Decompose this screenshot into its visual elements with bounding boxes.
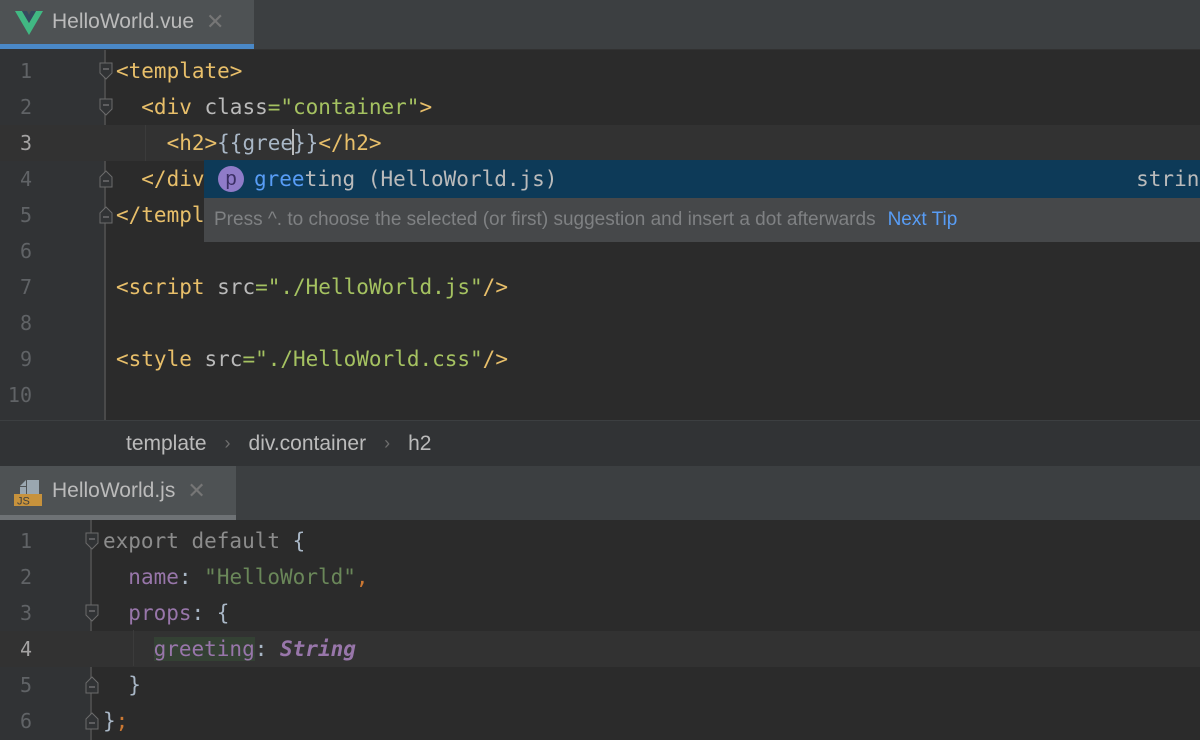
line-number: 3 (19, 131, 32, 155)
completion-tip: Press ^. to choose the selected (or firs… (214, 198, 957, 242)
code-line[interactable]: 2 name: "HelloWorld", (0, 559, 1200, 595)
line-number: 5 (19, 203, 32, 227)
completion-name: greeting (HelloWorld.js) (254, 167, 558, 191)
svg-text:JS: JS (17, 495, 30, 506)
code-text: name: "HelloWorld", (128, 565, 369, 589)
fold-toggle-icon[interactable] (85, 676, 99, 694)
breadcrumb-template[interactable]: template (126, 432, 207, 456)
code-text: </div> (116, 167, 218, 191)
code-line[interactable]: 10 (0, 377, 1200, 413)
property-icon: p (218, 166, 244, 192)
line-number: 4 (19, 637, 32, 661)
chevron-right-icon: › (224, 433, 231, 453)
next-tip-link[interactable]: Next Tip (888, 209, 958, 230)
indent-guide (133, 630, 134, 666)
vue-logo-icon (14, 7, 44, 37)
tip-text: Press ^. to choose the selected (or firs… (214, 209, 876, 230)
tab-title: HelloWorld.vue (52, 10, 195, 33)
fold-toggle-icon[interactable] (99, 98, 113, 116)
code-text: <script src="./HelloWorld.js"/> (116, 275, 508, 299)
chevron-right-icon: › (384, 433, 391, 453)
code-line[interactable]: 1 <template> (0, 53, 1200, 89)
completion-popup: p greeting (HelloWorld.js) string Press … (204, 160, 1200, 242)
line-number: 7 (19, 275, 32, 299)
line-number: 1 (19, 529, 32, 553)
code-line[interactable]: 2 <div class="container"> (0, 89, 1200, 125)
js-editor[interactable]: 1 export default {2 name: "HelloWorld", 3 … (0, 520, 1200, 740)
code-line[interactable]: 7 <script src="./HelloWorld.js"/> (0, 269, 1200, 305)
js-file-icon: JS (14, 476, 44, 507)
fold-toggle-icon[interactable] (99, 62, 113, 80)
line-number: 4 (19, 167, 32, 191)
code-line[interactable]: 3 props: { (0, 595, 1200, 631)
code-text: props: { (128, 601, 230, 625)
code-line[interactable]: 3 <h2>{{gree}}</h2> (0, 125, 1200, 161)
code-text: }; (103, 709, 129, 733)
close-tab-icon[interactable]: ✕ (206, 9, 224, 35)
code-text: } (103, 673, 141, 697)
line-number: 9 (19, 347, 32, 371)
line-number: 8 (19, 311, 32, 335)
line-number: 1 (19, 59, 32, 83)
code-text: <h2>{{gree}}</h2> (116, 129, 382, 155)
fold-toggle-icon[interactable] (99, 206, 113, 224)
code-line[interactable]: 9 <style src="./HelloWorld.css"/> (0, 341, 1200, 377)
line-number: 2 (19, 95, 32, 119)
completion-type: string (1136, 167, 1200, 191)
bottom-tab-bar: JS HelloWorld.js ✕ (0, 466, 1200, 520)
code-text: greeting: String (153, 637, 356, 661)
fold-toggle-icon[interactable] (99, 170, 113, 188)
code-text: export default { (103, 529, 306, 553)
close-tab-icon[interactable]: ✕ (187, 478, 205, 504)
tab-title: HelloWorld.js (52, 478, 176, 502)
tab-helloworld-js[interactable]: JS HelloWorld.js ✕ (0, 466, 236, 520)
line-number: 6 (19, 239, 32, 263)
fold-toggle-icon[interactable] (85, 604, 99, 622)
breadcrumb-h2[interactable]: h2 (408, 432, 431, 456)
code-text: <template> (116, 59, 243, 83)
breadcrumb-div-container[interactable]: div.container (249, 432, 367, 456)
code-line[interactable]: 5 } (0, 667, 1200, 703)
code-text: <style src="./HelloWorld.css"/> (116, 347, 508, 371)
indent-guide (145, 125, 146, 161)
breadcrumb: template › div.container › h2 (0, 420, 1200, 466)
line-number: 10 (7, 383, 32, 407)
fold-toggle-icon[interactable] (85, 532, 99, 550)
code-text: <div class="container"> (116, 95, 433, 119)
code-line[interactable]: 4 greeting: String (0, 631, 1200, 667)
line-number: 6 (19, 709, 32, 733)
tab-helloworld-vue[interactable]: HelloWorld.vue ✕ (0, 0, 254, 49)
line-number: 5 (19, 673, 32, 697)
top-tab-bar: HelloWorld.vue ✕ (0, 0, 1200, 50)
code-line[interactable]: 8 (0, 305, 1200, 341)
code-line[interactable]: 1 export default { (0, 523, 1200, 559)
completion-item-greeting[interactable]: p greeting (HelloWorld.js) string (204, 160, 1200, 198)
line-number: 2 (19, 565, 32, 589)
code-line[interactable]: 6}; (0, 703, 1200, 739)
fold-toggle-icon[interactable] (85, 712, 99, 730)
line-number: 3 (19, 601, 32, 625)
